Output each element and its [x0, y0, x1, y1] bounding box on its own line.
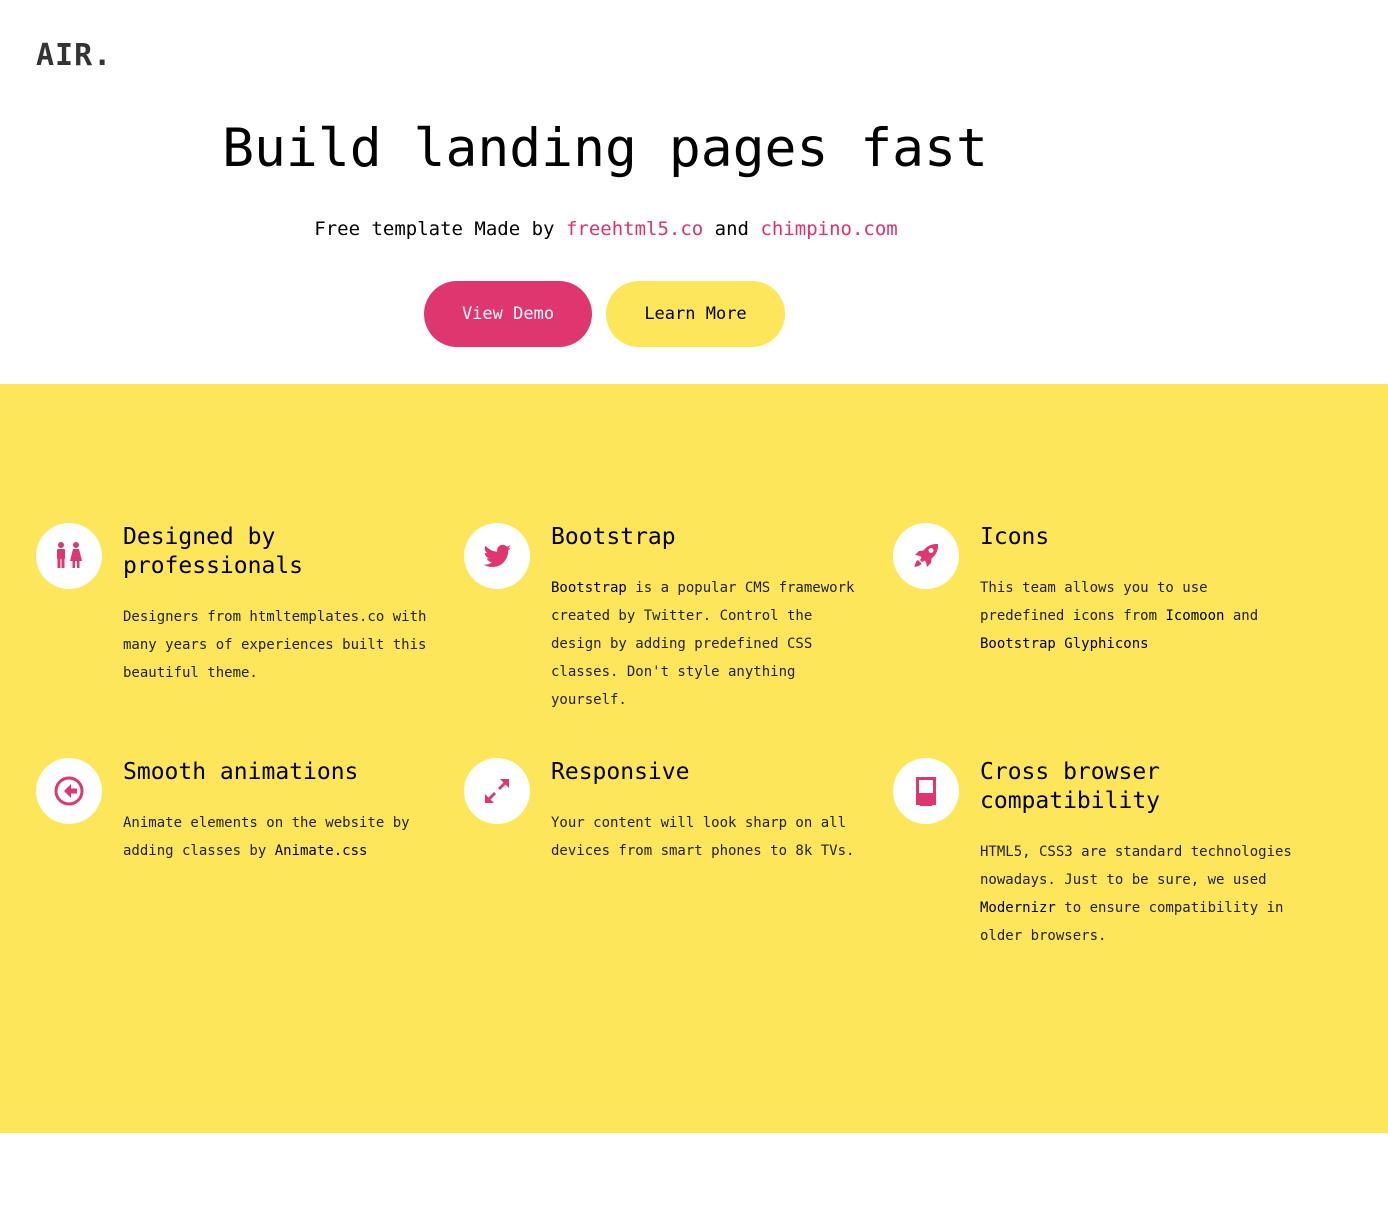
bootstrap-link[interactable]: Bootstrap — [551, 580, 627, 596]
glyphicons-link[interactable]: Bootstrap Glyphicons — [980, 636, 1149, 652]
feature-title: Bootstrap — [551, 524, 676, 550]
subtitle-middle: and — [703, 218, 761, 240]
features-section: Designed by professionals Designers from… — [0, 384, 1388, 1133]
feature-text: Animate elements on the website by addin… — [123, 809, 443, 865]
feature-text: HTML5, CSS3 are standard technologies no… — [980, 838, 1300, 950]
freehtml5-link[interactable]: freehtml5.co — [566, 218, 703, 240]
arrow-left-circle-icon — [36, 758, 102, 824]
feature-title: Icons — [980, 524, 1050, 550]
modernizr-link[interactable]: Modernizr — [980, 900, 1056, 916]
rocket-icon — [893, 523, 959, 589]
icomoon-link[interactable]: Icomoon — [1165, 608, 1224, 624]
feature-text-b: and — [1224, 608, 1259, 624]
learn-more-button[interactable]: Learn More — [606, 281, 785, 347]
mac-icon — [893, 758, 959, 824]
feature-text: Bootstrap is a popular CMS framework cre… — [551, 574, 871, 714]
hero-subtitle: Free template Made by freehtml5.co and c… — [0, 218, 1212, 240]
view-demo-button[interactable]: View Demo — [424, 281, 592, 347]
feature-title: Responsive — [551, 759, 690, 785]
feature-text: Your content will look sharp on all devi… — [551, 815, 855, 859]
expand-icon — [464, 758, 530, 824]
animate-css-link[interactable]: Animate.css — [275, 843, 368, 859]
feature-text: Designers from htmltemplates.co with man… — [123, 609, 427, 681]
people-icon — [36, 523, 102, 589]
subtitle-prefix: Free template Made by — [314, 218, 566, 240]
hero-title: Build landing pages fast — [222, 118, 988, 179]
feature-text: This team allows you to use predefined i… — [980, 574, 1300, 658]
feature-title: Designed by professionals — [123, 524, 304, 579]
feature-title: Cross browser compatibility — [980, 759, 1161, 814]
chimpino-link[interactable]: chimpino.com — [760, 218, 897, 240]
feature-title: Smooth animations — [123, 759, 359, 785]
feature-text-a: HTML5, CSS3 are standard technologies no… — [980, 844, 1292, 888]
site-logo[interactable]: AIR. — [36, 38, 112, 73]
feature-text-body: is a popular CMS framework created by Tw… — [551, 580, 855, 708]
twitter-icon — [464, 523, 530, 589]
